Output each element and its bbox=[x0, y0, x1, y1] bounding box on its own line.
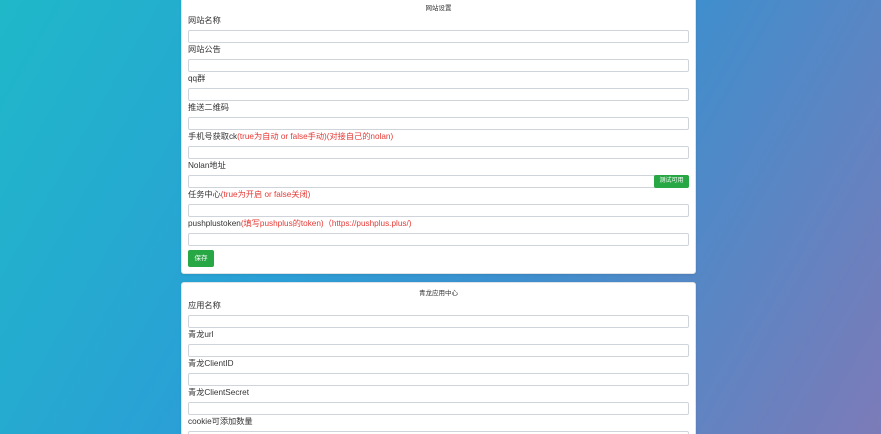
client-id-input[interactable] bbox=[188, 373, 689, 386]
card-title: 青龙应用中心 bbox=[419, 290, 458, 297]
pushplus-token-label: pushplustoken(填写pushplus的token)（https://… bbox=[188, 219, 412, 228]
save-button[interactable]: 保存 bbox=[188, 250, 214, 267]
pushplus-token-hint: (填写pushplus的token)（https://pushplus.plus… bbox=[240, 219, 412, 228]
phone-ck-input[interactable] bbox=[188, 146, 689, 159]
qq-group-label: qq群 bbox=[188, 74, 206, 83]
client-secret-label: 青龙ClientSecret bbox=[188, 388, 249, 397]
qinglong-url-label: 青龙url bbox=[188, 330, 214, 339]
site-notice-input[interactable] bbox=[188, 59, 689, 72]
push-qrcode-input[interactable] bbox=[188, 117, 689, 130]
pushplus-token-field: pushplustoken(填写pushplus的token)（https://… bbox=[188, 217, 689, 246]
site-name-input[interactable] bbox=[188, 30, 689, 43]
phone-ck-hint: (true为自动 or false手动)(对接自己的nolan) bbox=[237, 132, 394, 141]
pushplus-token-input[interactable] bbox=[188, 233, 689, 246]
push-qrcode-label: 推送二维码 bbox=[188, 103, 229, 112]
push-qrcode-field: 推送二维码 bbox=[188, 101, 689, 130]
qinglong-url-field: 青龙url bbox=[188, 328, 689, 357]
task-center-label: 任务中心(true为开启 or false关闭) bbox=[188, 190, 311, 199]
qinglong-settings-card: 青龙应用中心 应用名称 青龙url 青龙ClientID 青龙ClientSec… bbox=[181, 282, 696, 434]
qq-group-input[interactable] bbox=[188, 88, 689, 101]
test-available-button[interactable]: 测试可用 bbox=[654, 175, 689, 188]
site-name-field: 网站名称 bbox=[188, 14, 689, 43]
app-name-field: 应用名称 bbox=[188, 299, 689, 328]
nolan-input-group: 测试可用 bbox=[188, 175, 689, 188]
site-notice-field: 网站公告 bbox=[188, 43, 689, 72]
qq-group-field: qq群 bbox=[188, 72, 689, 101]
task-center-field: 任务中心(true为开启 or false关闭) bbox=[188, 188, 689, 217]
phone-ck-label: 手机号获取ck(true为自动 or false手动)(对接自己的nolan) bbox=[188, 132, 394, 141]
site-settings-card: 网站设置 网站名称 网站公告 qq群 推送二维码 手机号获取ck(true为自动… bbox=[181, 0, 696, 274]
card-title: 网站设置 bbox=[425, 5, 452, 12]
qinglong-url-input[interactable] bbox=[188, 344, 689, 357]
app-name-input[interactable] bbox=[188, 315, 689, 328]
app-name-label: 应用名称 bbox=[188, 301, 221, 310]
site-notice-label: 网站公告 bbox=[188, 45, 221, 54]
phone-ck-field: 手机号获取ck(true为自动 or false手动)(对接自己的nolan) bbox=[188, 130, 689, 159]
client-id-label: 青龙ClientID bbox=[188, 359, 234, 368]
cookie-limit-label: cookie可添加数量 bbox=[188, 417, 253, 426]
client-secret-input[interactable] bbox=[188, 402, 689, 415]
task-center-input[interactable] bbox=[188, 204, 689, 217]
client-secret-field: 青龙ClientSecret bbox=[188, 386, 689, 415]
cookie-limit-field: cookie可添加数量 bbox=[188, 415, 689, 434]
task-center-hint: (true为开启 or false关闭) bbox=[220, 190, 311, 199]
nolan-address-label: Nolan地址 bbox=[188, 161, 226, 170]
nolan-address-field: Nolan地址 测试可用 bbox=[188, 159, 689, 188]
site-name-label: 网站名称 bbox=[188, 16, 221, 25]
nolan-address-input[interactable] bbox=[188, 175, 689, 188]
client-id-field: 青龙ClientID bbox=[188, 357, 689, 386]
